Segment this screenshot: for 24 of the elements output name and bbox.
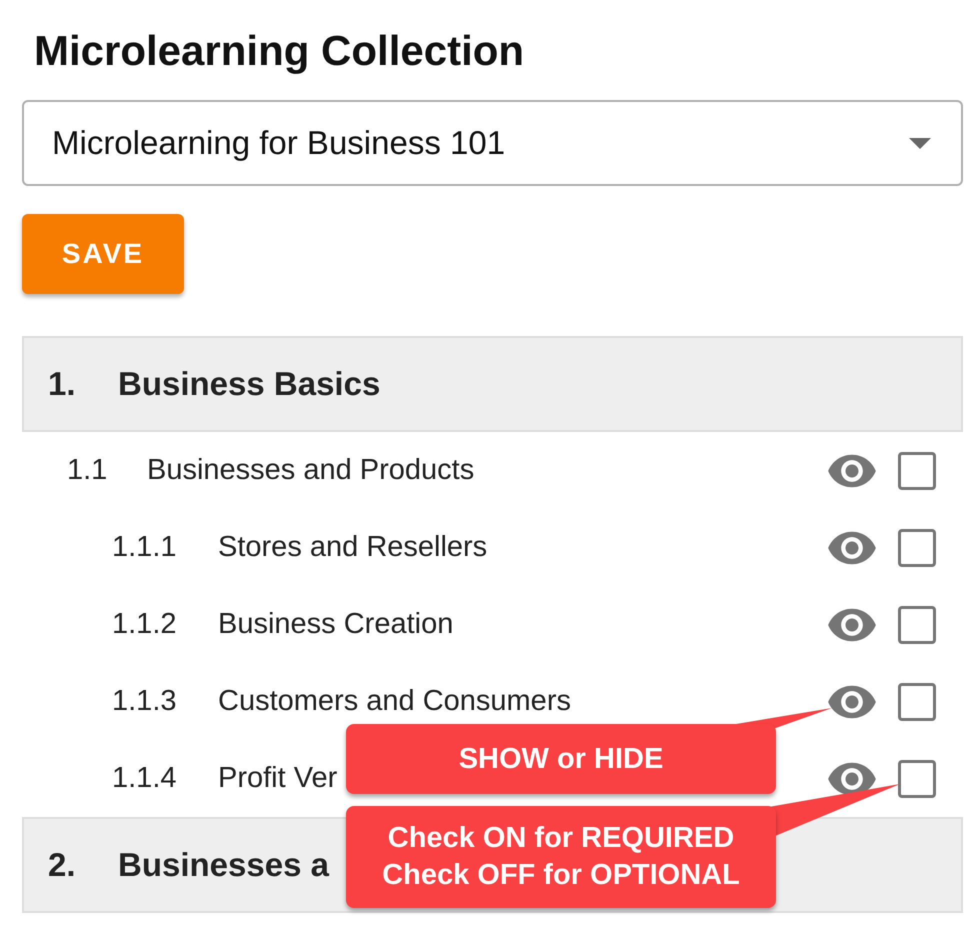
section-title: Business Basics xyxy=(118,365,380,403)
section-title: Businesses a xyxy=(118,846,329,884)
checkbox[interactable] xyxy=(898,528,936,566)
checkbox[interactable] xyxy=(898,452,936,490)
item-number: 1.1.1 xyxy=(112,531,178,564)
item-title: Stores and Resellers xyxy=(218,531,488,564)
item-number: 1.1.2 xyxy=(112,608,178,641)
item-title: Business Creation xyxy=(218,608,454,641)
item-number: 1.1.4 xyxy=(112,762,178,795)
checkbox[interactable] xyxy=(898,760,936,798)
item-title: Businesses and Products xyxy=(147,454,476,487)
section-number: 2. xyxy=(48,846,77,884)
page-title: Microlearning Collection xyxy=(34,26,526,76)
checkbox[interactable] xyxy=(898,682,936,720)
item-number: 1.1 xyxy=(67,454,108,487)
collection-dropdown[interactable]: Microlearning for Business 101 xyxy=(22,100,963,186)
item-title: Profit Ver xyxy=(218,762,338,795)
callout: Check ON for REQUIRED Check OFF for OPTIONAL xyxy=(346,806,776,908)
item-title: Customers and Consumers xyxy=(218,685,572,718)
section-number: 1. xyxy=(48,365,77,403)
section-header[interactable]: 1. Business Basics xyxy=(22,336,963,432)
caret-icon xyxy=(909,138,931,148)
item-number: 1.1.3 xyxy=(112,685,178,718)
checkbox[interactable] xyxy=(898,606,936,644)
